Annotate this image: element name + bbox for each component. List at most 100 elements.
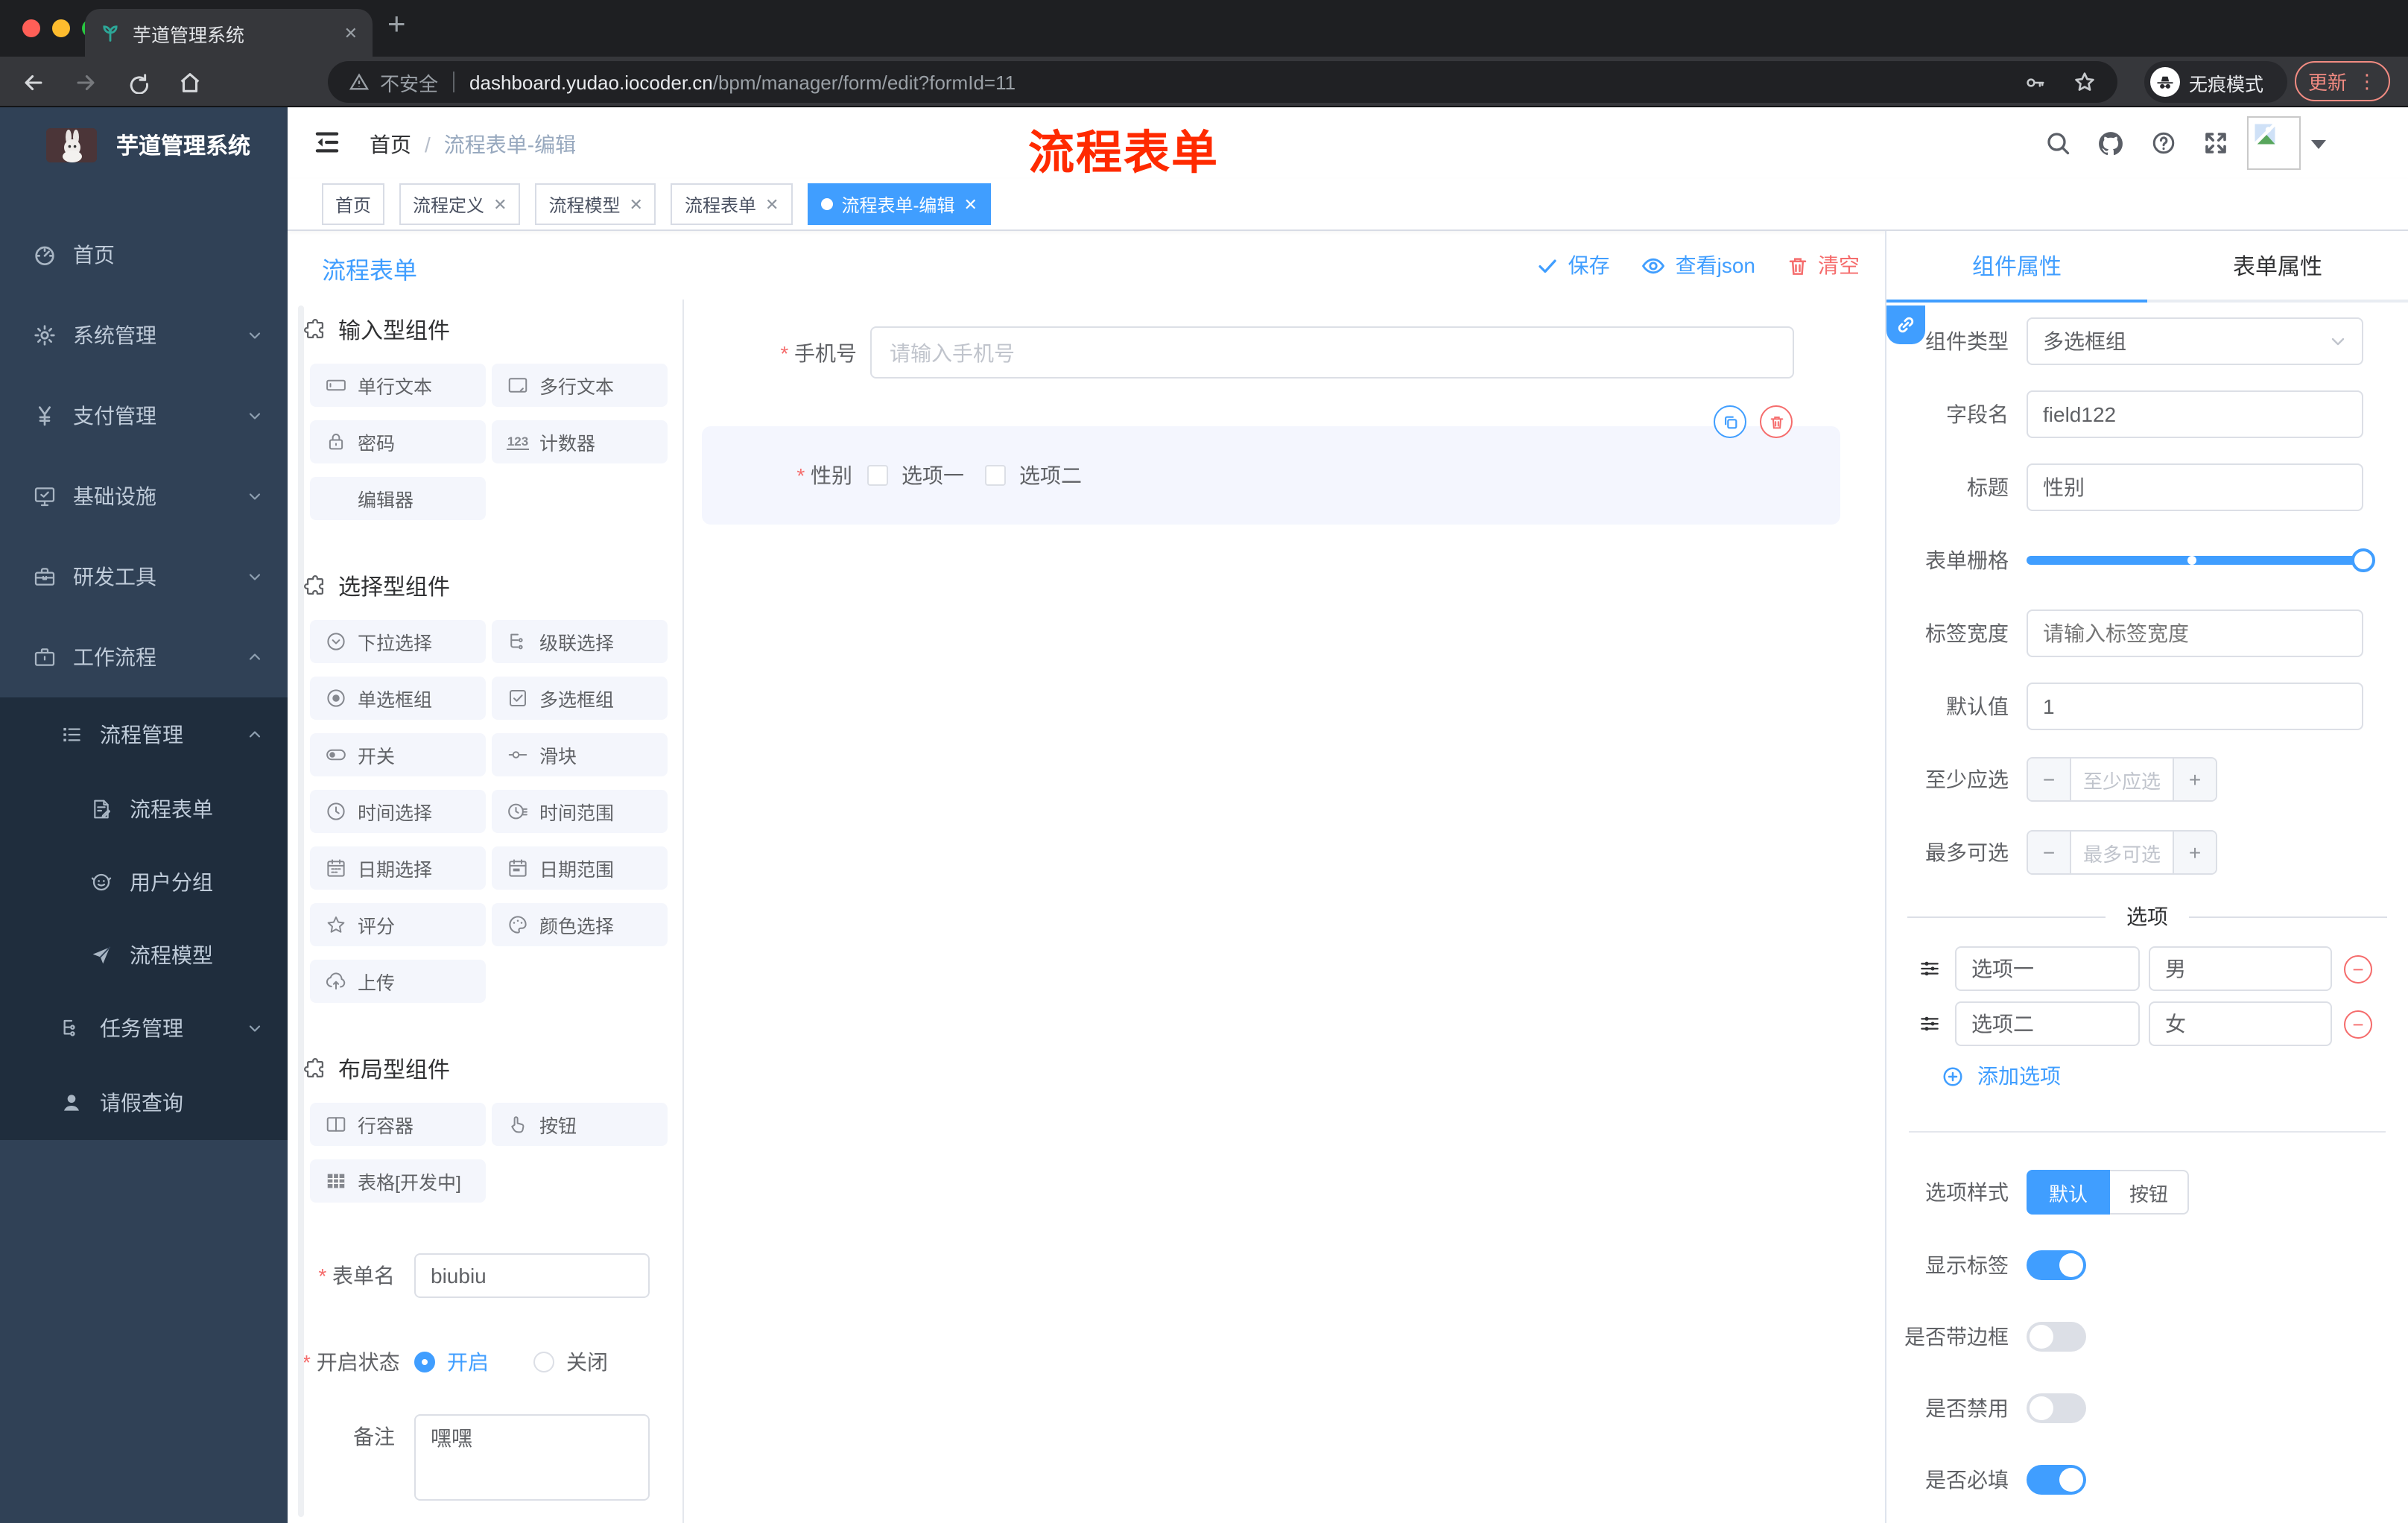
remove-option-button[interactable]: − (2344, 954, 2372, 983)
option-value-input[interactable] (2149, 946, 2332, 991)
component-item-上传[interactable]: 上传 (310, 960, 486, 1003)
sidebar-item-首页[interactable]: 首页 (0, 215, 288, 295)
tag-close-icon[interactable]: ✕ (630, 194, 643, 214)
component-item-编辑器[interactable]: 编辑器 (310, 477, 486, 520)
component-item-日期范围[interactable]: 日期范围 (492, 846, 668, 890)
tag-流程表单[interactable]: 流程表单 ✕ (671, 183, 793, 225)
component-item-滑块[interactable]: 滑块 (492, 733, 668, 776)
stepper-minus-button[interactable]: − (2028, 759, 2070, 800)
status-on-label[interactable]: 开启 (447, 1347, 489, 1377)
component-item-开关[interactable]: 开关 (310, 733, 486, 776)
phone-field-row[interactable]: 手机号 请输入手机号 (684, 326, 1885, 379)
sidebar-item-流程表单[interactable]: 流程表单 (0, 772, 288, 845)
github-icon[interactable] (2097, 129, 2125, 157)
sidebar-item-工作流程[interactable]: 工作流程 (0, 617, 288, 697)
home-icon[interactable] (171, 64, 207, 100)
widget-delete-button[interactable] (1760, 405, 1793, 438)
component-item-日期选择[interactable]: 日期选择 (310, 846, 486, 890)
component-item-评分[interactable]: 评分 (310, 903, 486, 946)
window-minimize-button[interactable] (52, 19, 70, 37)
drag-handle-icon[interactable] (1918, 1012, 1942, 1036)
breadcrumb-home[interactable]: 首页 (370, 130, 411, 159)
link-drawer-button[interactable] (1886, 305, 1925, 344)
style-default-button[interactable]: 默认 (2027, 1170, 2110, 1215)
forward-icon[interactable] (67, 64, 103, 100)
sidebar-item-系统管理[interactable]: 系统管理 (0, 295, 288, 376)
tab-close-icon[interactable]: ✕ (344, 23, 358, 42)
sidebar-item-请假查询[interactable]: 请假查询 (0, 1066, 288, 1140)
search-icon[interactable] (2044, 130, 2071, 156)
label-width-input[interactable] (2027, 609, 2363, 657)
tag-首页[interactable]: 首页 (322, 183, 385, 225)
tab-component-props[interactable]: 组件属性 (1886, 231, 2147, 300)
toggle-是否必填[interactable] (2027, 1465, 2086, 1495)
gender-option-checkbox[interactable] (985, 465, 1006, 486)
default-value-input[interactable] (2027, 683, 2363, 730)
phone-field-input[interactable]: 请输入手机号 (870, 326, 1794, 379)
toggle-是否带边框[interactable] (2027, 1322, 2086, 1352)
component-type-select[interactable]: 多选框组 (2027, 317, 2363, 365)
password-key-icon[interactable] (2024, 71, 2046, 93)
sidebar-item-基础设施[interactable]: 基础设施 (0, 456, 288, 536)
component-item-时间范围[interactable]: 时间范围 (492, 790, 668, 833)
sidebar-collapse-icon[interactable] (311, 127, 343, 158)
gender-option-label[interactable]: 选项二 (1019, 460, 1103, 490)
tag-close-icon[interactable]: ✕ (493, 194, 507, 214)
tag-close-icon[interactable]: ✕ (765, 194, 779, 214)
status-off-label[interactable]: 关闭 (566, 1347, 608, 1377)
form-grid-slider[interactable] (2027, 548, 2375, 572)
status-off-radio[interactable] (533, 1352, 554, 1372)
status-on-radio[interactable] (414, 1352, 435, 1372)
component-item-下拉选择[interactable]: 下拉选择 (310, 620, 486, 663)
tag-流程模型[interactable]: 流程模型 ✕ (535, 183, 656, 225)
stepper-plus-button[interactable]: + (2174, 832, 2216, 873)
sidebar-item-用户分组[interactable]: 用户分组 (0, 845, 288, 918)
stepper-plus-button[interactable]: + (2174, 759, 2216, 800)
component-item-多选框组[interactable]: 多选框组 (492, 677, 668, 720)
bookmark-star-icon[interactable] (2073, 70, 2097, 94)
save-button[interactable]: 保存 (1537, 250, 1610, 280)
new-tab-button[interactable]: + (387, 7, 406, 43)
form-remark-textarea[interactable]: 嘿嘿 (414, 1414, 650, 1501)
min-select-input[interactable]: 至少应选 (2070, 759, 2174, 800)
tab-form-props[interactable]: 表单属性 (2147, 231, 2408, 300)
add-option-button[interactable]: 添加选项 (1942, 1063, 2408, 1089)
gender-option-label[interactable]: 选项一 (902, 460, 985, 490)
component-item-多行文本[interactable]: 多行文本 (492, 364, 668, 407)
clear-button[interactable]: 清空 (1787, 250, 1860, 280)
toggle-是否禁用[interactable] (2027, 1393, 2086, 1423)
sidebar-item-流程管理[interactable]: 流程管理 (0, 697, 288, 772)
fullscreen-icon[interactable] (2202, 130, 2229, 156)
browser-menu-kebab-icon[interactable]: ⋮ (2357, 69, 2377, 93)
component-item-级联选择[interactable]: 级联选择 (492, 620, 668, 663)
tag-close-icon[interactable]: ✕ (963, 194, 977, 214)
remove-option-button[interactable]: − (2344, 1010, 2372, 1038)
style-button-button[interactable]: 按钮 (2110, 1170, 2189, 1215)
window-close-button[interactable] (22, 19, 40, 37)
title-input[interactable] (2027, 463, 2363, 511)
option-value-input[interactable] (2149, 1001, 2332, 1046)
component-item-行容器[interactable]: 行容器 (310, 1103, 486, 1146)
widget-copy-button[interactable] (1714, 405, 1746, 438)
drag-handle-icon[interactable] (1918, 957, 1942, 981)
component-item-表格[开发中][interactable]: 表格[开发中] (310, 1159, 486, 1203)
component-item-密码[interactable]: 密码 (310, 420, 486, 463)
component-item-单行文本[interactable]: 单行文本 (310, 364, 486, 407)
component-item-计数器[interactable]: 123 计数器 (492, 420, 668, 463)
form-canvas[interactable]: 手机号 请输入手机号 (684, 300, 1885, 1523)
component-item-时间选择[interactable]: 时间选择 (310, 790, 486, 833)
reload-icon[interactable] (119, 64, 155, 100)
address-bar[interactable]: 不安全 dashboard.yudao.iocoder.cn/bpm/manag… (328, 61, 2117, 103)
slider-handle[interactable] (2351, 548, 2375, 572)
max-select-input[interactable]: 最多可选 (2070, 832, 2174, 873)
browser-update-button[interactable]: 更新 ⋮ (2295, 61, 2390, 101)
sidebar-item-流程模型[interactable]: 流程模型 (0, 918, 288, 991)
help-icon[interactable] (2150, 130, 2177, 156)
app-logo[interactable]: 芋道管理系统 (0, 107, 288, 182)
gender-widget-selected[interactable]: 性别 选项一 选项二 (702, 405, 1840, 525)
field-name-input[interactable] (2027, 390, 2363, 438)
browser-tab[interactable]: 芋道管理系统 ✕ (85, 9, 373, 57)
component-item-颜色选择[interactable]: 颜色选择 (492, 903, 668, 946)
sidebar-item-支付管理[interactable]: 支付管理 (0, 376, 288, 456)
back-icon[interactable] (15, 64, 51, 100)
